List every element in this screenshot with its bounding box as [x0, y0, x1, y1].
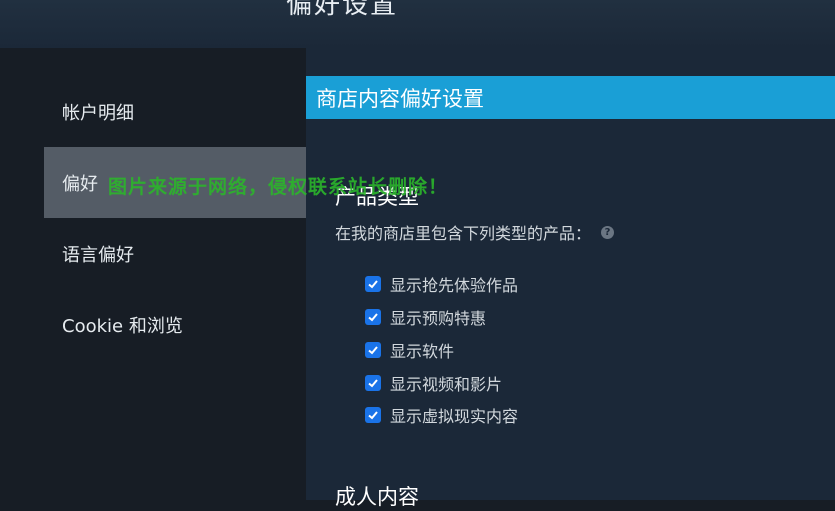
product-types-description: 在我的商店里包含下列类型的产品： ? — [335, 220, 615, 244]
sidebar-item-language[interactable]: 语言偏好 — [44, 218, 306, 289]
sidebar-item-label: Cookie 和浏览 — [62, 315, 183, 337]
sidebar-item-label: 语言偏好 — [62, 244, 134, 266]
sidebar-item-account-details[interactable]: 帐户明细 — [44, 76, 306, 147]
checkmark-icon — [368, 313, 378, 322]
option-vr[interactable]: 显示虚拟现实内容 — [365, 403, 518, 427]
checkmark-icon — [368, 280, 378, 289]
section-title: 商店内容偏好设置 — [316, 86, 484, 111]
description-text: 在我的商店里包含下列类型的产品： — [335, 224, 592, 243]
sidebar-item-label: 偏好 — [62, 173, 98, 195]
checkbox-vr[interactable] — [365, 407, 381, 423]
checkmark-icon — [368, 411, 378, 420]
option-software[interactable]: 显示软件 — [365, 338, 454, 362]
option-label: 显示虚拟现实内容 — [390, 407, 519, 426]
option-video[interactable]: 显示视频和影片 — [365, 371, 502, 395]
option-label: 显示预购特惠 — [390, 309, 487, 328]
checkmark-icon — [368, 346, 378, 355]
sidebar: 帐户明细 偏好 语言偏好 Cookie 和浏览 — [0, 48, 306, 500]
checkbox-video[interactable] — [365, 375, 381, 391]
checkbox-software[interactable] — [365, 342, 381, 358]
checkbox-preorder[interactable] — [365, 309, 381, 325]
option-label: 显示软件 — [390, 342, 455, 361]
option-label: 显示抢先体验作品 — [390, 276, 519, 295]
checkbox-early-access[interactable] — [365, 276, 381, 292]
sidebar-item-label: 帐户明细 — [62, 102, 134, 124]
page-title: 偏好设置 — [286, 0, 399, 20]
watermark-text: 图片来源于网络，侵权联系站长删除！ — [108, 176, 449, 198]
main-content: 商店内容偏好设置 产品类型 在我的商店里包含下列类型的产品： ? 显示抢先体验作… — [306, 48, 835, 509]
option-early-access[interactable]: 显示抢先体验作品 — [365, 272, 518, 296]
checkmark-icon — [368, 379, 378, 388]
sidebar-item-cookies[interactable]: Cookie 和浏览 — [44, 289, 306, 360]
adult-content-heading: 成人内容 — [335, 485, 419, 509]
section-header: 商店内容偏好设置 — [306, 76, 835, 119]
option-preorder[interactable]: 显示预购特惠 — [365, 305, 486, 329]
top-header: 偏好设置 — [0, 0, 835, 48]
option-label: 显示视频和影片 — [390, 375, 503, 394]
help-icon[interactable]: ? — [601, 225, 615, 239]
